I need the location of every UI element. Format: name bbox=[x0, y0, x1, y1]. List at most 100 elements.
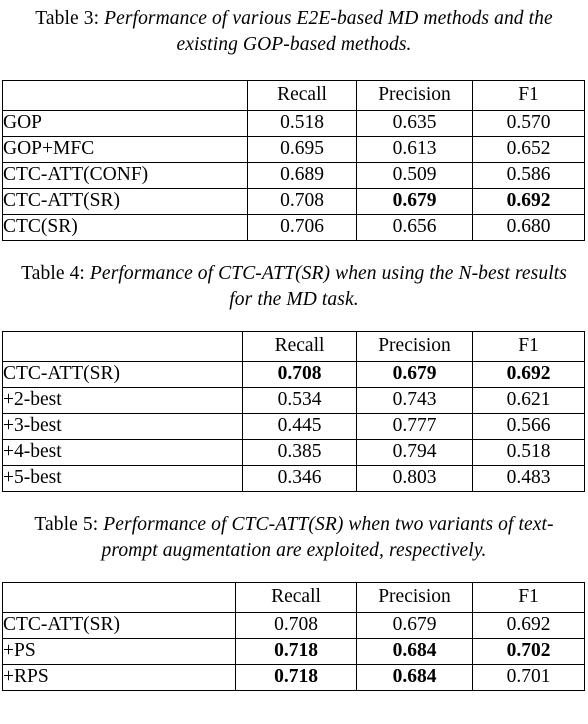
row-label: +5-best bbox=[2, 465, 243, 492]
cell-f1: 0.692 bbox=[472, 188, 585, 215]
cell-precision: 0.684 bbox=[356, 664, 473, 691]
table-5-col-2: Precision bbox=[356, 582, 473, 613]
table-5-container: Recall Precision F1 CTC-ATT(SR) 0.708 0.67… bbox=[0, 582, 588, 691]
table-row: CTC(SR) 0.706 0.656 0.680 bbox=[2, 214, 585, 241]
table-3: Recall Precision F1 GOP 0.518 0.635 0.570 GO… bbox=[2, 80, 585, 241]
spacer-caption-3 bbox=[0, 58, 588, 80]
row-label: GOP+MFC bbox=[2, 136, 248, 163]
cell-precision: 0.684 bbox=[356, 638, 473, 665]
table-4-body: CTC-ATT(SR) 0.708 0.679 0.692 +2-best 0.534 0.… bbox=[2, 361, 585, 492]
cell-recall: 0.695 bbox=[247, 136, 357, 163]
cell-recall: 0.708 bbox=[235, 612, 357, 639]
table-3-caption-text: Performance of various E2E-based MD meth… bbox=[104, 8, 553, 55]
table-4-col-3: F1 bbox=[472, 331, 585, 362]
table-row: CTC-ATT(SR) 0.708 0.679 0.692 bbox=[2, 612, 585, 639]
row-label: CTC-ATT(CONF) bbox=[2, 162, 248, 189]
cell-precision: 0.656 bbox=[356, 214, 473, 241]
spacer-caption-4 bbox=[0, 313, 588, 331]
table-5-col-3: F1 bbox=[472, 582, 585, 613]
cell-precision: 0.679 bbox=[356, 361, 473, 388]
table-3-container: Recall Precision F1 GOP 0.518 0.635 0.570 GO… bbox=[0, 80, 588, 241]
table-4: Recall Precision F1 CTC-ATT(SR) 0.708 0.67… bbox=[2, 331, 585, 492]
cell-recall: 0.518 bbox=[247, 110, 357, 137]
cell-recall: 0.708 bbox=[247, 188, 357, 215]
paper-page: Table 3: Performance of various E2E-base… bbox=[0, 0, 588, 724]
table-row: +3-best 0.445 0.777 0.566 bbox=[2, 413, 585, 440]
spacer-after-table-4 bbox=[0, 492, 588, 512]
cell-recall: 0.718 bbox=[235, 638, 357, 665]
table-3-col-2: Precision bbox=[356, 80, 473, 111]
cell-f1: 0.702 bbox=[472, 638, 585, 665]
row-label: +3-best bbox=[2, 413, 243, 440]
table-5-caption-label: Table 5: bbox=[34, 514, 99, 535]
cell-precision: 0.509 bbox=[356, 162, 473, 189]
table-row: +5-best 0.346 0.803 0.483 bbox=[2, 465, 585, 492]
cell-f1: 0.621 bbox=[472, 387, 585, 414]
table-row: CTC-ATT(CONF) 0.689 0.509 0.586 bbox=[2, 162, 585, 189]
table-row: CTC-ATT(SR) 0.708 0.679 0.692 bbox=[2, 361, 585, 388]
table-3-col-3: F1 bbox=[472, 80, 585, 111]
table-row: GOP 0.518 0.635 0.570 bbox=[2, 110, 585, 137]
cell-f1: 0.518 bbox=[472, 439, 585, 466]
cell-precision: 0.794 bbox=[356, 439, 473, 466]
cell-recall: 0.718 bbox=[235, 664, 357, 691]
table-4-caption: Table 4: Performance of CTC-ATT(SR) when… bbox=[0, 261, 588, 313]
table-3-col-1: Recall bbox=[247, 80, 357, 111]
spacer-after-table-3 bbox=[0, 241, 588, 261]
cell-f1: 0.680 bbox=[472, 214, 585, 241]
row-label: CTC-ATT(SR) bbox=[2, 188, 248, 215]
table-4-container: Recall Precision F1 CTC-ATT(SR) 0.708 0.67… bbox=[0, 331, 588, 492]
table-5-header-row: Recall Precision F1 bbox=[2, 582, 585, 613]
table-4-caption-text: Performance of CTC-ATT(SR) when using th… bbox=[89, 263, 567, 310]
table-5-caption-text: Performance of CTC-ATT(SR) when two vari… bbox=[101, 514, 554, 561]
cell-f1: 0.701 bbox=[472, 664, 585, 691]
row-label: +RPS bbox=[2, 664, 236, 691]
row-label: +4-best bbox=[2, 439, 243, 466]
row-label: CTC(SR) bbox=[2, 214, 248, 241]
table-5: Recall Precision F1 CTC-ATT(SR) 0.708 0.67… bbox=[2, 582, 585, 691]
cell-f1: 0.692 bbox=[472, 612, 585, 639]
table-4-col-2: Precision bbox=[356, 331, 473, 362]
table-4-caption-label: Table 4: bbox=[21, 263, 85, 284]
cell-recall: 0.346 bbox=[242, 465, 357, 492]
table-row: +2-best 0.534 0.743 0.621 bbox=[2, 387, 585, 414]
row-label: +2-best bbox=[2, 387, 243, 414]
cell-precision: 0.679 bbox=[356, 188, 473, 215]
table-3-col-0 bbox=[2, 80, 248, 111]
cell-f1: 0.652 bbox=[472, 136, 585, 163]
cell-precision: 0.613 bbox=[356, 136, 473, 163]
table-5-col-1: Recall bbox=[235, 582, 357, 613]
cell-f1: 0.586 bbox=[472, 162, 585, 189]
cell-f1: 0.483 bbox=[472, 465, 585, 492]
cell-f1: 0.570 bbox=[472, 110, 585, 137]
row-label: GOP bbox=[2, 110, 248, 137]
table-row: +RPS 0.718 0.684 0.701 bbox=[2, 664, 585, 691]
table-4-col-0 bbox=[2, 331, 243, 362]
cell-precision: 0.635 bbox=[356, 110, 473, 137]
table-5-col-0 bbox=[2, 582, 236, 613]
row-label: CTC-ATT(SR) bbox=[2, 612, 236, 639]
cell-recall: 0.706 bbox=[247, 214, 357, 241]
table-3-caption: Table 3: Performance of various E2E-base… bbox=[0, 6, 588, 58]
table-4-header-row: Recall Precision F1 bbox=[2, 331, 585, 362]
cell-precision: 0.803 bbox=[356, 465, 473, 492]
cell-recall: 0.445 bbox=[242, 413, 357, 440]
spacer-caption-5 bbox=[0, 564, 588, 582]
cell-precision: 0.679 bbox=[356, 612, 473, 639]
table-row: CTC-ATT(SR) 0.708 0.679 0.692 bbox=[2, 188, 585, 215]
table-4-col-1: Recall bbox=[242, 331, 357, 362]
table-5-body: CTC-ATT(SR) 0.708 0.679 0.692 +PS 0.718 0.684 0… bbox=[2, 612, 585, 691]
cell-precision: 0.743 bbox=[356, 387, 473, 414]
table-3-caption-label: Table 3: bbox=[35, 8, 100, 29]
table-5-caption: Table 5: Performance of CTC-ATT(SR) when… bbox=[0, 512, 588, 564]
cell-f1: 0.566 bbox=[472, 413, 585, 440]
table-row: +PS 0.718 0.684 0.702 bbox=[2, 638, 585, 665]
table-row: GOP+MFC 0.695 0.613 0.652 bbox=[2, 136, 585, 163]
cell-precision: 0.777 bbox=[356, 413, 473, 440]
table-row: +4-best 0.385 0.794 0.518 bbox=[2, 439, 585, 466]
cell-recall: 0.708 bbox=[242, 361, 357, 388]
cell-recall: 0.689 bbox=[247, 162, 357, 189]
row-label: +PS bbox=[2, 638, 236, 665]
cell-recall: 0.385 bbox=[242, 439, 357, 466]
row-label: CTC-ATT(SR) bbox=[2, 361, 243, 388]
